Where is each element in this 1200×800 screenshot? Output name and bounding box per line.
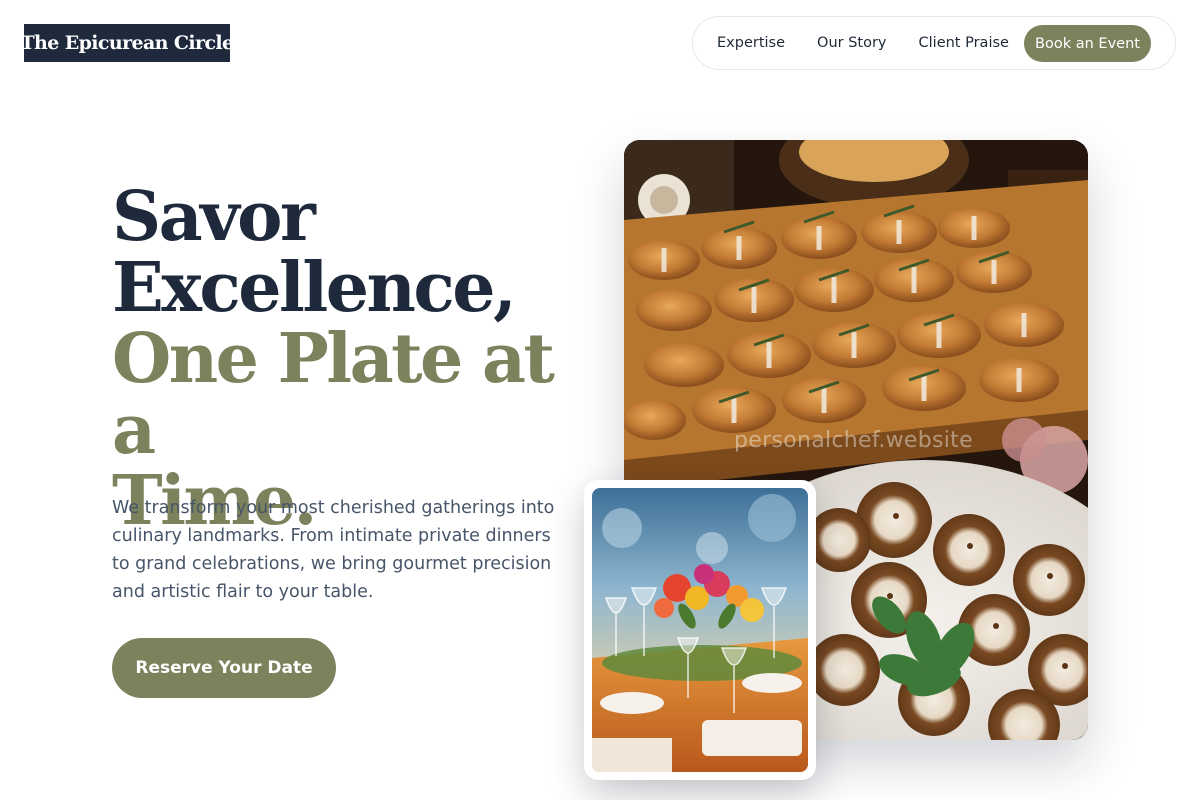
reserve-date-button[interactable]: Reserve Your Date (112, 638, 336, 698)
table-setting-illustration (592, 488, 808, 772)
brand-logo[interactable]: The Epicurean Circle (20, 24, 234, 62)
table-setting-card (584, 480, 816, 780)
hero-headline: Savor Excellence, One Plate at a Time. (112, 182, 612, 537)
book-event-button[interactable]: Book an Event (1024, 25, 1151, 62)
headline-line-3: One Plate at a (112, 319, 555, 470)
nav-link-client-praise[interactable]: Client Praise (919, 35, 1009, 51)
nav-link-expertise[interactable]: Expertise (717, 35, 785, 51)
hero-intro: We transform your most cherished gatheri… (112, 498, 555, 602)
nav-link-our-story[interactable]: Our Story (817, 35, 886, 51)
photo-watermark: personalchef.website (734, 428, 973, 453)
table-setting-photo (592, 488, 808, 772)
headline-line-2: Excellence, (112, 248, 517, 328)
main-nav: Expertise Our Story Client Praise Book a… (692, 16, 1176, 70)
headline-line-1: Savor (112, 177, 316, 257)
